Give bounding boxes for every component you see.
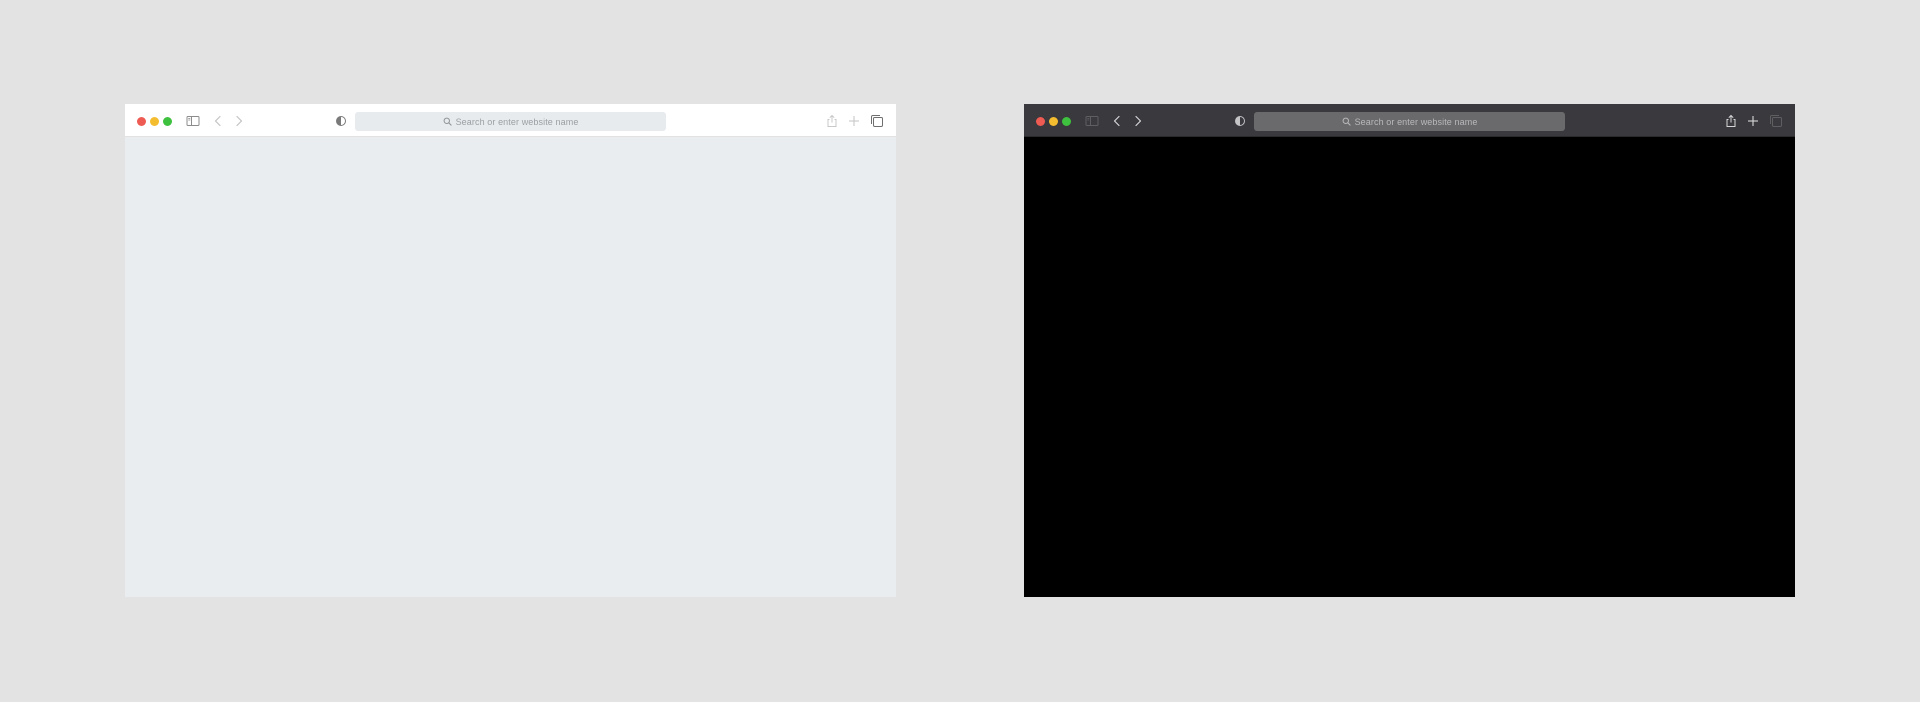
browser-toolbar: Search or enter website name [1024,104,1795,137]
tab-overview-icon[interactable] [869,113,885,129]
forward-chevron-icon[interactable] [1130,113,1146,129]
share-icon[interactable] [1723,113,1739,129]
browser-window-light: Search or enter website name [125,104,896,597]
browser-window-dark: Search or enter website name [1024,104,1795,597]
tab-overview-icon[interactable] [1768,113,1784,129]
share-icon[interactable] [824,113,840,129]
address-bar-placeholder: Search or enter website name [455,116,579,127]
sidebar-icon[interactable] [185,113,201,129]
search-icon [1342,117,1351,126]
sidebar-icon[interactable] [1084,113,1100,129]
zoom-window-button[interactable] [1062,117,1071,126]
address-bar[interactable]: Search or enter website name [1254,112,1565,131]
back-chevron-icon[interactable] [1109,113,1125,129]
back-chevron-icon[interactable] [210,113,226,129]
zoom-window-button[interactable] [163,117,172,126]
appearance-icon[interactable] [333,113,349,129]
web-content-area[interactable] [1024,137,1795,597]
new-tab-plus-icon[interactable] [1745,113,1761,129]
appearance-icon[interactable] [1232,113,1248,129]
minimize-window-button[interactable] [1049,117,1058,126]
forward-chevron-icon[interactable] [231,113,247,129]
address-bar[interactable]: Search or enter website name [355,112,666,131]
browser-toolbar: Search or enter website name [125,104,896,137]
address-bar-placeholder: Search or enter website name [1354,116,1478,127]
close-window-button[interactable] [137,117,146,126]
close-window-button[interactable] [1036,117,1045,126]
search-icon [443,117,452,126]
new-tab-plus-icon[interactable] [846,113,862,129]
web-content-area[interactable] [125,137,896,597]
minimize-window-button[interactable] [150,117,159,126]
